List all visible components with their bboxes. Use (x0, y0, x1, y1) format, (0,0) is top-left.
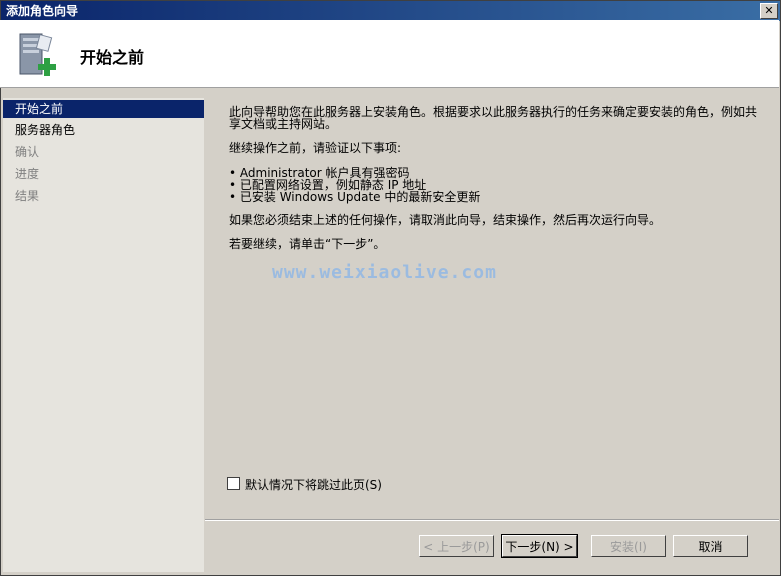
cancel-note: 如果您必须结束上述的任何操作，请取消此向导，结束操作，然后再次运行向导。 (229, 213, 662, 227)
next-button[interactable]: 下一步(N) > (501, 534, 578, 558)
previous-button: < 上一步(P) (419, 535, 494, 557)
install-button: 安装(I) (591, 535, 666, 557)
nav-step-progress: 进度 (15, 167, 40, 181)
server-add-icon (19, 33, 56, 76)
nav-step-confirmation: 确认 (15, 145, 40, 159)
title-bar[interactable]: 添加角色向导 ✕ (1, 1, 780, 21)
wizard-content: 此向导帮助您在此服务器上安装角色。根据要求以此服务器执行的任务来确定要安装的角色… (205, 98, 779, 518)
wizard-step-nav: 开始之前 服务器角色 确认 进度 结果 (3, 98, 204, 572)
nav-step-results: 结果 (15, 189, 40, 203)
close-icon: ✕ (764, 4, 774, 17)
close-button[interactable]: ✕ (760, 3, 778, 19)
intro-text-line2: 享文档或主持网站。 (229, 117, 338, 131)
skip-page-label[interactable]: 默认情况下将跳过此页(S) (245, 476, 382, 493)
window-title: 添加角色向导 (6, 4, 79, 18)
skip-page-checkbox[interactable] (227, 477, 240, 490)
nav-step-server-roles[interactable]: 服务器角色 (3, 121, 204, 139)
page-title: 开始之前 (80, 48, 145, 67)
cancel-button[interactable]: 取消 (673, 535, 748, 557)
nav-step-before-you-begin[interactable]: 开始之前 (3, 100, 204, 118)
verify-heading: 继续操作之前，请验证以下事项: (229, 141, 402, 155)
continue-note: 若要继续，请单击“下一步”。 (229, 237, 386, 251)
prereq-item-windows-update: • 已安装 Windows Update 中的最新安全更新 (229, 190, 481, 204)
watermark-text: www.weixiaolive.com (272, 262, 497, 283)
wizard-header: 开始之前 (0, 20, 779, 88)
button-separator (205, 519, 779, 521)
